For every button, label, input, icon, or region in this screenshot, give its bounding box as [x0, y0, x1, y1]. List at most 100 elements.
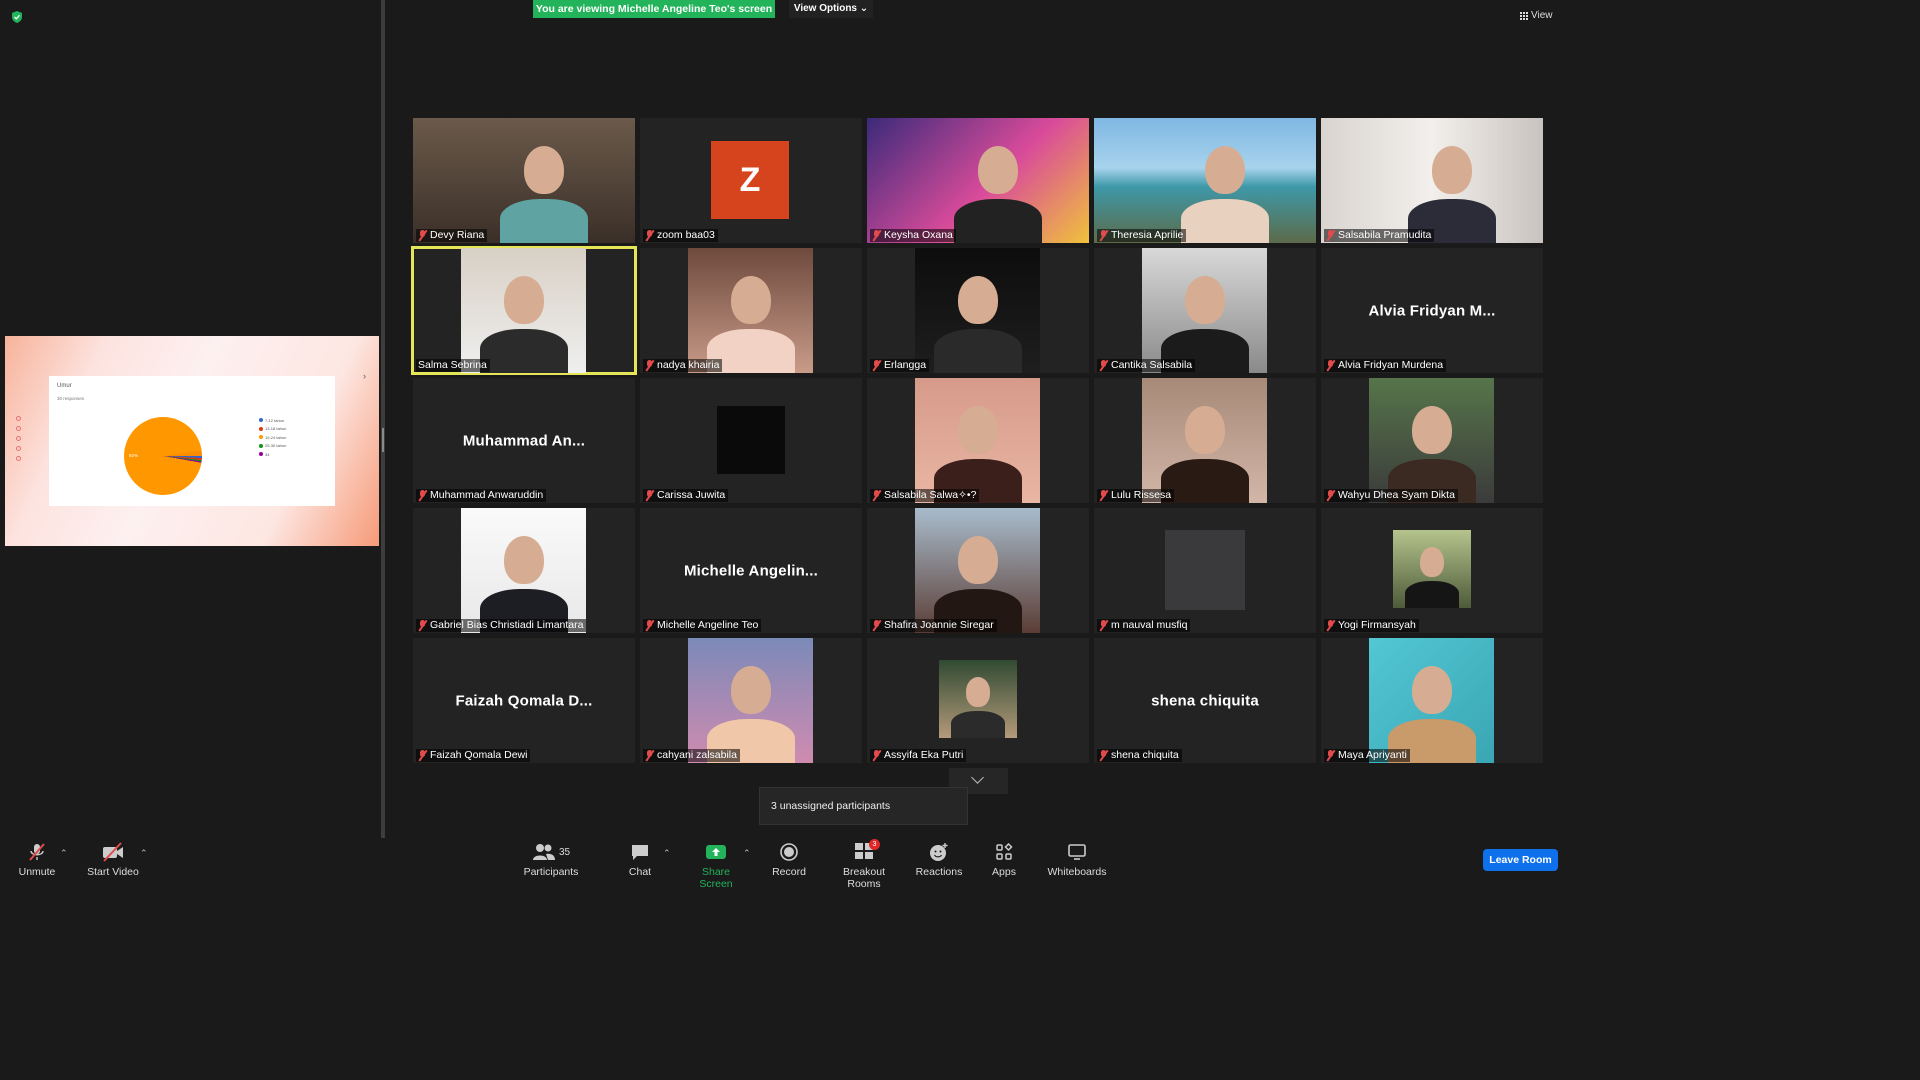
participant-name-label: Keysha Oxana [870, 229, 956, 242]
panel-divider[interactable] [381, 0, 385, 838]
unassigned-participants-tooltip: 3 unassigned participants [759, 787, 968, 825]
participant-tile[interactable]: Gabriel Bias Christiadi Limantara [413, 508, 635, 633]
participant-name-label: nadya khairia [643, 359, 723, 372]
participant-tile[interactable]: Erlangga [867, 248, 1089, 373]
view-layout-button[interactable]: View [1520, 10, 1553, 21]
share-screen-button[interactable]: Share Screen [685, 842, 747, 890]
profile-avatar: Z [711, 141, 789, 219]
breakout-rooms-button[interactable]: 3 Breakout Rooms [826, 838, 902, 890]
legend-label: 7-12 tahun [265, 417, 285, 423]
participant-tile[interactable]: Maya Apriyanti [1321, 638, 1543, 763]
apps-label: Apps [992, 866, 1016, 878]
apps-button[interactable]: Apps [988, 842, 1020, 878]
participant-name-label: Lulu Rissesa [1097, 489, 1175, 502]
participant-tile[interactable]: Cantika Salsabila [1094, 248, 1316, 373]
mic-muted-icon [872, 230, 881, 241]
legend-label: 25-30 tahun [265, 443, 287, 449]
mic-muted-icon [645, 620, 654, 631]
participant-display-name: Faizah Qomala D... [455, 692, 593, 709]
participant-tile[interactable]: Zzoom baa03 [640, 118, 862, 243]
meeting-toolbar: Unmute ⌃ Start Video ⌃ 35 Participants C… [0, 838, 1568, 890]
mic-muted-icon [418, 620, 427, 631]
participant-name-label: Assyifa Eka Putri [870, 749, 967, 762]
participant-display-name: Muhammad An... [462, 432, 586, 449]
participant-name-label: Maya Apriyanti [1324, 749, 1410, 762]
person-body [933, 329, 1022, 373]
mic-muted-icon [1326, 620, 1335, 631]
participant-tile[interactable]: m nauval musfiq [1094, 508, 1316, 633]
person-body [1181, 199, 1269, 243]
unmute-button[interactable]: Unmute [12, 842, 62, 878]
participant-tile[interactable]: Theresia Aprilie [1094, 118, 1316, 243]
participant-tile[interactable]: Keysha Oxana [867, 118, 1089, 243]
start-video-button[interactable]: Start Video [86, 842, 140, 878]
participant-name: Salsabila Salwa✧•? [884, 489, 977, 501]
participant-tile[interactable]: Muhammad An... Muhammad Anwaruddin [413, 378, 635, 503]
person-body [950, 710, 1006, 738]
participant-name-label: shena chiquita [1097, 749, 1182, 762]
participant-name-label: zoom baa03 [643, 229, 718, 242]
video-options-caret[interactable]: ⌃ [140, 848, 148, 859]
legend-item: 19-24 tahun [259, 433, 286, 442]
participant-tile[interactable]: Lulu Rissesa [1094, 378, 1316, 503]
participant-tile[interactable]: cahyani zalsabila [640, 638, 862, 763]
participants-button[interactable]: 35 Participants [520, 842, 582, 878]
view-options-button[interactable]: View Options ⌄ [789, 0, 873, 18]
security-shield-icon[interactable] [11, 11, 23, 23]
participant-tile[interactable]: Alvia Fridyan M... Alvia Fridyan Murdena [1321, 248, 1543, 373]
participant-tile[interactable]: Salma Sebrina [411, 246, 637, 375]
participant-name: Salsabila Pramudita [1338, 229, 1432, 241]
participant-name: Keysha Oxana [884, 229, 953, 241]
participant-video [1165, 530, 1245, 610]
shared-screen[interactable]: Umur 30 responses 92% 7-12 tahun 13-18 ta… [5, 336, 379, 546]
participant-name: Maya Apriyanti [1338, 749, 1407, 761]
participant-name: cahyani zalsabila [657, 749, 737, 761]
participant-tile[interactable]: Yogi Firmansyah [1321, 508, 1543, 633]
participant-display-name: Alvia Fridyan M... [1368, 302, 1496, 319]
participant-tile[interactable]: Salsabila Pramudita [1321, 118, 1543, 243]
participant-tile[interactable]: Assyifa Eka Putri [867, 638, 1089, 763]
mic-muted-icon [1099, 490, 1108, 501]
participant-display-name: shena chiquita [1151, 692, 1259, 709]
participant-tile[interactable]: Faizah Qomala D... Faizah Qomala Dewi [413, 638, 635, 763]
audio-options-caret[interactable]: ⌃ [60, 848, 68, 859]
person-silhouette [965, 677, 991, 708]
chat-button[interactable]: Chat [626, 842, 654, 878]
legend-swatch [259, 418, 263, 423]
participant-name: Wahyu Dhea Syam Dikta [1338, 489, 1455, 501]
mic-muted-icon [872, 620, 881, 631]
share-options-caret[interactable]: ⌃ [743, 848, 751, 859]
participant-tile[interactable]: Salsabila Salwa✧•? [867, 378, 1089, 503]
legend-swatch [259, 426, 263, 431]
reactions-button[interactable]: Reactions [914, 842, 964, 878]
participant-name-label: Devy Riana [416, 229, 488, 242]
mic-muted-icon [1099, 230, 1108, 241]
participant-tile[interactable]: Wahyu Dhea Syam Dikta [1321, 378, 1543, 503]
participant-name: m nauval musfiq [1111, 619, 1188, 631]
participant-name-label: Muhammad Anwaruddin [416, 489, 547, 502]
participant-name-label: Cantika Salsabila [1097, 359, 1196, 372]
participant-name-label: Theresia Aprilie [1097, 229, 1187, 242]
participant-name: Shafira Joannie Siregar [884, 619, 994, 631]
form-summary-card: Umur 30 responses 92% 7-12 tahun 13-18 ta… [49, 376, 335, 506]
mic-muted-icon [645, 490, 654, 501]
divider-handle[interactable] [382, 428, 384, 452]
participant-tile[interactable]: shena chiquita shena chiquita [1094, 638, 1316, 763]
legend-swatch [259, 443, 263, 448]
person-body [479, 329, 568, 373]
participant-tile[interactable]: Shafira Joannie Siregar [867, 508, 1089, 633]
person-silhouette [957, 535, 998, 584]
leave-room-button[interactable]: Leave Room [1483, 849, 1558, 871]
chevron-down-icon [971, 771, 984, 784]
participant-tile[interactable]: Devy Riana [413, 118, 635, 243]
participant-tile[interactable]: Carissa Juwita [640, 378, 862, 503]
participant-name: shena chiquita [1111, 749, 1179, 761]
participant-tile[interactable]: nadya khairia [640, 248, 862, 373]
chat-options-caret[interactable]: ⌃ [663, 848, 671, 859]
participant-name: Lulu Rissesa [1111, 489, 1172, 501]
participant-name: Cantika Salsabila [1111, 359, 1193, 371]
record-button[interactable]: Record [770, 842, 808, 878]
participant-tile[interactable]: Michelle Angelin... Michelle Angeline Teo [640, 508, 862, 633]
person-silhouette [957, 405, 998, 454]
whiteboards-button[interactable]: Whiteboards [1046, 842, 1108, 878]
